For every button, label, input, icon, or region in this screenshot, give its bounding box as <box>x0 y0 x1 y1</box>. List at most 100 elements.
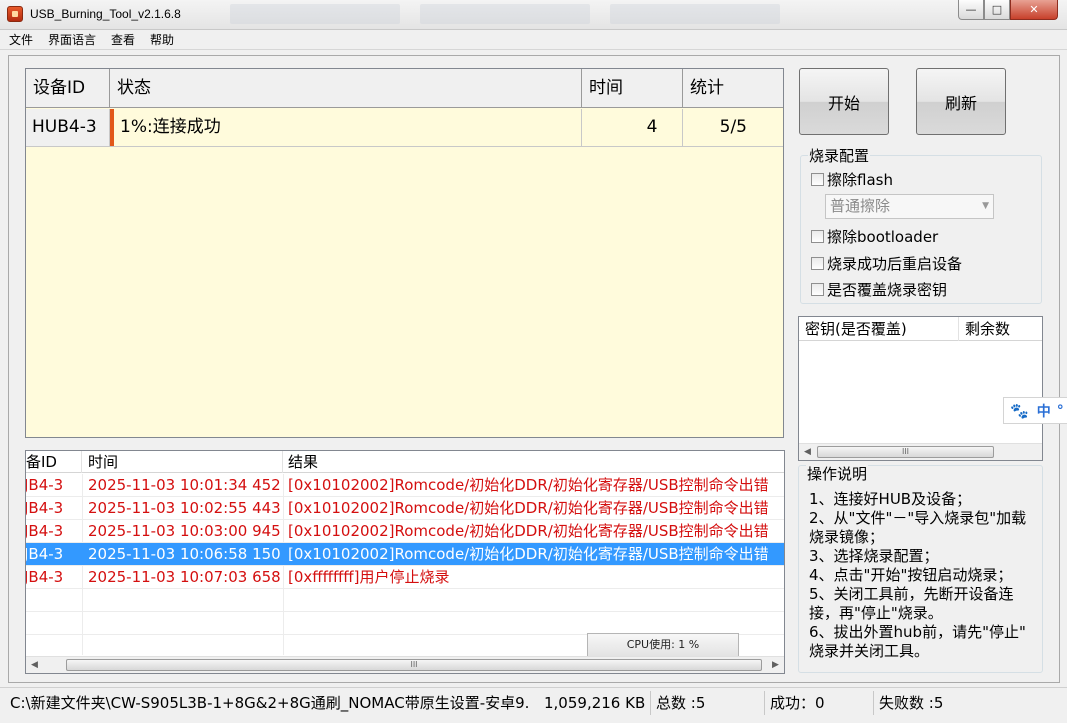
chevron-down-icon: ▼ <box>982 201 989 211</box>
log-id-cell: JB4-3 <box>25 522 64 540</box>
refresh-button[interactable]: 刷新 <box>916 68 1006 135</box>
background-taskbar <box>230 4 930 24</box>
log-row[interactable]: JB4-3 2025-11-03 10:01:34 452 [0x1010200… <box>26 474 784 497</box>
key-list-scrollbar[interactable]: ◀ III <box>799 443 1042 460</box>
ime-punctuation-icon: ° <box>1056 402 1064 419</box>
instructions-title: 操作说明 <box>806 463 869 484</box>
instructions-group: 操作说明 1、连接好HUB及设备； 2、从"文件"－"导入烧录包"加载 烧录镜像… <box>798 463 1043 673</box>
window-title: USB_Burning_Tool_v2.1.6.8 <box>30 7 181 21</box>
log-result-cell: [0x10102002]Romcode/初始化DDR/初始化寄存器/USB控制命… <box>288 522 769 540</box>
scroll-right-icon[interactable]: ▶ <box>767 657 784 673</box>
status-divider <box>764 691 765 715</box>
log-time-cell: 2025-11-03 10:01:34 452 <box>88 476 281 494</box>
device-time-cell: 4 <box>582 109 683 146</box>
menu-view[interactable]: 查看 <box>102 31 141 48</box>
menu-bar: 文件 界面语言 查看 帮助 <box>0 30 1067 50</box>
checkbox-icon[interactable] <box>811 257 824 270</box>
maximize-button[interactable]: □ <box>984 0 1010 20</box>
status-total: 总数 :5 <box>656 694 706 712</box>
ghost-tab <box>420 4 590 24</box>
menu-language[interactable]: 界面语言 <box>39 31 102 48</box>
device-grid-header: 设备ID 状态 时间 统计 <box>26 69 783 108</box>
menu-file[interactable]: 文件 <box>0 31 39 48</box>
device-id-cell: HUB4-3 <box>26 109 110 146</box>
status-fail: 失败数 :5 <box>879 694 944 712</box>
log-id-cell: JB4-3 <box>25 545 64 563</box>
key-list-header: 密钥(是否覆盖) 剩余数 <box>799 317 1042 341</box>
log-column-result[interactable]: 结果 <box>283 451 784 473</box>
minimize-icon: — <box>965 3 977 16</box>
erase-bootloader-label: 擦除bootloader <box>827 228 939 246</box>
ime-mode-label: 中 <box>1036 403 1051 420</box>
scroll-left-icon[interactable]: ◀ <box>26 657 43 673</box>
menu-help[interactable]: 帮助 <box>141 31 180 48</box>
log-row[interactable]: JB4-3 2025-11-03 10:02:55 443 [0x1010200… <box>26 497 784 520</box>
device-row[interactable]: HUB4-3 1%:连接成功 4 5/5 <box>26 109 783 147</box>
log-time-cell: 2025-11-03 10:03:00 945 <box>88 522 281 540</box>
burn-config-title: 烧录配置 <box>808 145 871 166</box>
log-empty-row <box>26 612 784 635</box>
log-result-cell: [0x10102002]Romcode/初始化DDR/初始化寄存器/USB控制命… <box>288 476 769 494</box>
erase-flash-label: 擦除flash <box>827 171 893 189</box>
overwrite-key-checkbox[interactable]: 是否覆盖烧录密钥 <box>811 279 947 300</box>
instruction-line: 烧录并关闭工具。 <box>809 642 930 660</box>
cpu-usage-indicator: CPU使用: 1 % <box>587 633 739 657</box>
column-header-count[interactable]: 统计 <box>683 69 783 108</box>
column-header-time[interactable]: 时间 <box>582 69 683 108</box>
log-empty-row <box>26 589 784 612</box>
key-column-key[interactable]: 密钥(是否覆盖) <box>799 317 959 341</box>
log-row[interactable]: JB4-3 2025-11-03 10:07:03 658 [0xfffffff… <box>26 566 784 589</box>
log-time-cell: 2025-11-03 10:02:55 443 <box>88 499 281 517</box>
erase-mode-select[interactable]: 普通擦除 ▼ <box>825 194 994 219</box>
scroll-thumb[interactable]: III <box>66 659 762 671</box>
ime-toolbar[interactable]: 🐾 中 ° <box>1003 397 1067 424</box>
ghost-tab <box>610 4 780 24</box>
device-status-cell: 1%:连接成功 <box>110 109 582 146</box>
key-list[interactable]: 密钥(是否覆盖) 剩余数 ◀ III <box>798 316 1043 461</box>
checkbox-icon[interactable] <box>811 283 824 296</box>
status-file-path: C:\新建文件夹\CW-S905L3B-1+8G&2+8G通刷_NOMAC带原生… <box>10 694 530 712</box>
log-row[interactable]: JB4-3 2025-11-03 10:03:00 945 [0x1010200… <box>26 520 784 543</box>
app-icon <box>7 6 23 22</box>
column-header-device-id[interactable]: 设备ID <box>26 69 110 108</box>
log-time-cell: 2025-11-03 10:07:03 658 <box>88 568 281 586</box>
erase-flash-checkbox[interactable]: 擦除flash <box>811 169 893 190</box>
close-icon: ✕ <box>1029 3 1039 16</box>
log-time-cell: 2025-11-03 10:06:58 150 <box>88 545 281 563</box>
ghost-tab <box>230 4 400 24</box>
log-horizontal-scrollbar[interactable]: ◀ III ▶ <box>26 656 784 673</box>
checkbox-icon[interactable] <box>811 230 824 243</box>
overwrite-key-label: 是否覆盖烧录密钥 <box>827 281 948 299</box>
reboot-after-checkbox[interactable]: 烧录成功后重启设备 <box>811 253 962 274</box>
erase-bootloader-checkbox[interactable]: 擦除bootloader <box>811 226 938 247</box>
erase-mode-value: 普通擦除 <box>830 197 891 215</box>
log-id-cell: JB4-3 <box>25 476 64 494</box>
log-row-selected[interactable]: JB4-3 2025-11-03 10:06:58 150 [0x1010200… <box>26 543 784 566</box>
status-divider <box>873 691 874 715</box>
status-divider <box>650 691 651 715</box>
log-rows: JB4-3 2025-11-03 10:01:34 452 [0x1010200… <box>26 474 784 635</box>
key-column-remaining[interactable]: 剩余数 <box>959 317 1042 341</box>
burn-config-group: 烧录配置 擦除flash 擦除bootloader 烧录成功后重启设备 是否覆盖… <box>800 145 1042 304</box>
log-table[interactable]: 备ID 时间 结果 JB4-3 2025-11-03 10:01:34 452 … <box>25 450 785 674</box>
status-file-size: 1,059,216 KB <box>544 694 646 712</box>
log-id-cell: JB4-3 <box>25 568 64 586</box>
scroll-thumb[interactable]: III <box>817 446 994 458</box>
start-button[interactable]: 开始 <box>799 68 889 135</box>
reboot-after-label: 烧录成功后重启设备 <box>827 255 963 273</box>
log-result-cell: [0xffffffff]用户停止烧录 <box>288 568 450 586</box>
column-header-status[interactable]: 状态 <box>110 69 582 108</box>
checkbox-icon[interactable] <box>811 173 824 186</box>
device-grid[interactable]: 设备ID 状态 时间 统计 HUB4-3 1%:连接成功 4 5/5 <box>25 68 784 438</box>
status-success: 成功：0 <box>770 694 825 712</box>
log-column-id[interactable]: 备ID <box>26 451 82 473</box>
maximize-icon: □ <box>991 3 1003 16</box>
close-button[interactable]: ✕ <box>1010 0 1058 20</box>
title-bar: USB_Burning_Tool_v2.1.6.8 — □ ✕ <box>0 0 1067 30</box>
log-column-time[interactable]: 时间 <box>82 451 283 473</box>
log-header: 备ID 时间 结果 <box>26 451 784 473</box>
paw-icon: 🐾 <box>1010 401 1029 420</box>
minimize-button[interactable]: — <box>958 0 984 20</box>
device-count-cell: 5/5 <box>719 117 747 137</box>
scroll-left-icon[interactable]: ◀ <box>799 444 816 460</box>
